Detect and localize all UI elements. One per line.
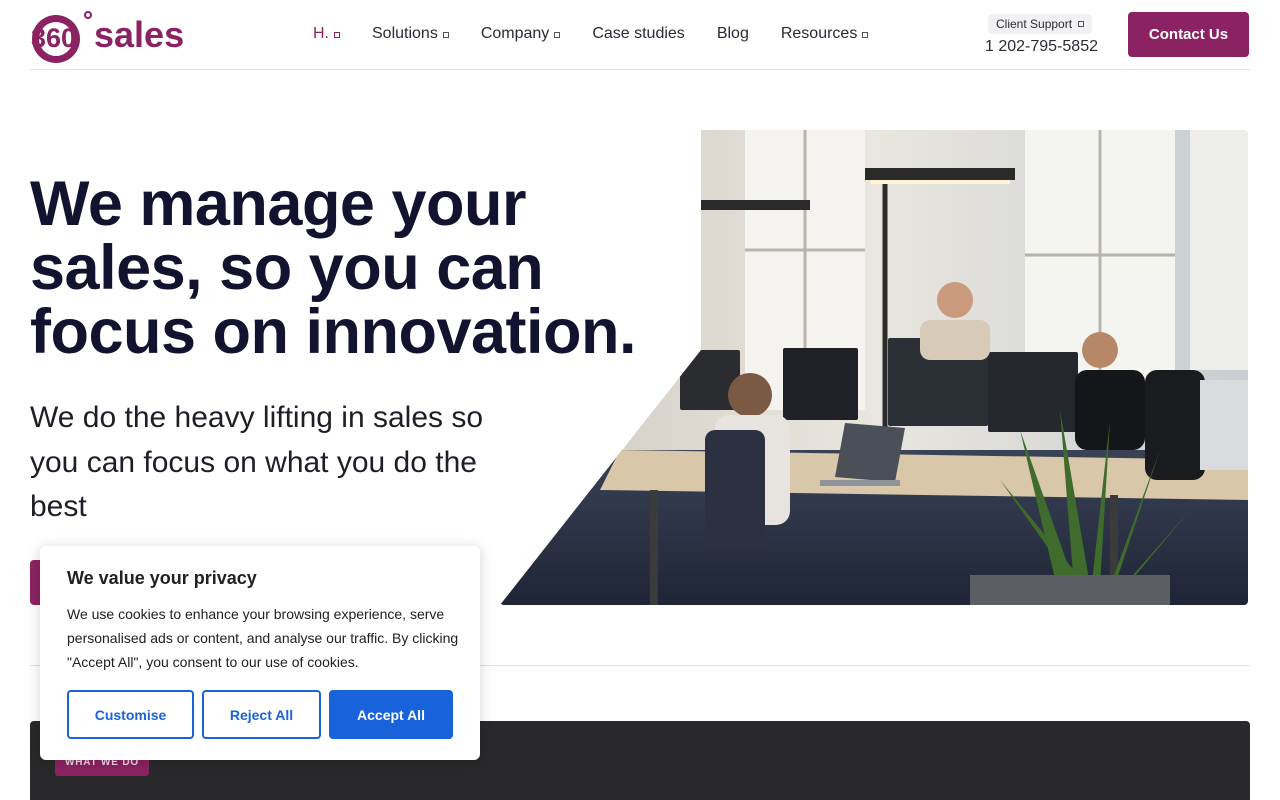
client-support-label: Client Support — [996, 17, 1073, 31]
cookie-consent-banner: We value your privacy We use cookies to … — [40, 546, 480, 760]
nav-item-label: Solutions — [372, 25, 438, 42]
hero-subtitle: We do the heavy lifting in sales so you … — [30, 401, 484, 523]
contact-us-button[interactable]: Contact Us — [1128, 12, 1249, 57]
nav-item-case-studies[interactable]: Case studies — [592, 25, 685, 43]
logo-word: sales — [94, 14, 184, 55]
nav-item-label: H. — [313, 25, 329, 42]
customise-button[interactable]: Customise — [67, 690, 194, 739]
nav-item-home[interactable]: H. — [313, 25, 340, 43]
logo-mark-icon: 360 sales — [31, 11, 184, 63]
nav-item-label: Resources — [780, 25, 858, 42]
chevron-down-icon — [442, 31, 449, 38]
chevron-down-icon — [554, 31, 561, 38]
hero-title: We manage your sales, so you can focus o… — [30, 169, 636, 367]
nav-item-resources[interactable]: Resources — [780, 25, 869, 43]
main-nav: H. Solutions Company Case studies Blog R… — [313, 22, 900, 46]
cookie-title: We value your privacy — [67, 568, 257, 588]
chevron-down-icon — [334, 31, 340, 38]
chevron-down-icon — [1078, 21, 1085, 27]
site-header: 360 sales H. Solutions Company Case stud… — [30, 0, 1250, 70]
nav-item-company[interactable]: Company — [480, 25, 561, 43]
nav-item-label: Company — [480, 25, 550, 42]
client-support-dropdown[interactable]: Client Support — [988, 14, 1093, 34]
cookie-description: We use cookies to enhance your browsing … — [67, 606, 459, 670]
logo-digits: 360 — [31, 23, 76, 53]
client-support: Client Support 1 202-795-5852 — [985, 14, 1101, 56]
nav-item-label: Case studies — [592, 25, 685, 42]
chevron-down-icon — [862, 31, 869, 38]
logo[interactable]: 360 sales — [30, 5, 190, 65]
support-phone[interactable]: 1 202-795-5852 — [985, 38, 1101, 56]
reject-all-button[interactable]: Reject All — [202, 690, 321, 739]
nav-item-solutions[interactable]: Solutions — [372, 25, 449, 43]
nav-item-blog[interactable]: Blog — [717, 25, 749, 43]
nav-item-label: Blog — [716, 25, 749, 42]
accept-all-button[interactable]: Accept All — [329, 690, 453, 739]
